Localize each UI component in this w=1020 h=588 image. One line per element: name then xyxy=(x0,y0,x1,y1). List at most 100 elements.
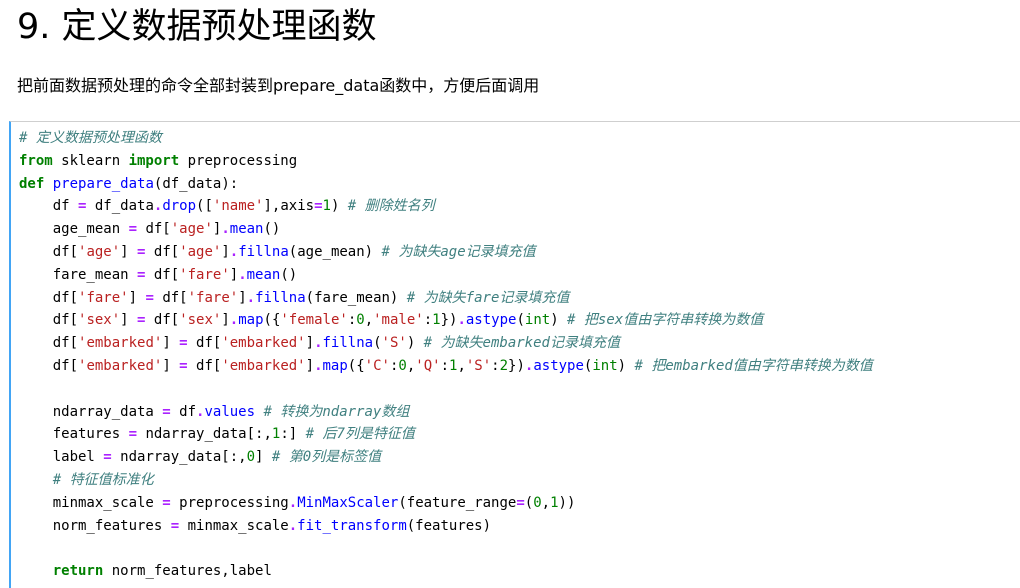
code-token: = xyxy=(516,494,525,511)
code-token: }) xyxy=(508,357,525,374)
code-token: . xyxy=(288,494,298,511)
code-token: , xyxy=(541,494,551,511)
code-token: 1 xyxy=(322,198,331,215)
code-line: # 特征值标准化 xyxy=(19,469,873,492)
code-token: df[ xyxy=(145,243,180,260)
code-token: ) xyxy=(617,357,635,374)
code-line: minmax_scale = preprocessing.MinMaxScale… xyxy=(19,492,873,515)
code-token: features xyxy=(19,426,129,443)
code-token: fillna xyxy=(322,335,374,352)
code-token: df[ xyxy=(153,289,188,306)
code-token: df[ xyxy=(145,312,180,329)
section-heading: 9. 定义数据预处理函数 xyxy=(17,7,377,47)
code-token: 'age' xyxy=(78,243,121,260)
code-editor[interactable]: # 定义数据预处理函数 from sklearn import preproces… xyxy=(19,127,873,583)
code-token: 'sex' xyxy=(179,312,222,329)
code-token: df[ xyxy=(145,266,180,283)
code-token: () xyxy=(280,266,298,283)
code-token: df[ xyxy=(19,357,79,374)
code-token: 'age' xyxy=(179,243,222,260)
code-token: = xyxy=(162,494,171,511)
code-token: fillna xyxy=(255,289,306,306)
code-token: int xyxy=(592,357,618,374)
code-token: fare_mean xyxy=(19,266,138,283)
code-token: . xyxy=(314,335,323,352)
code-token: ] xyxy=(162,357,180,374)
code-token: ] xyxy=(238,289,247,306)
code-line: df['embarked'] = df['embarked'].map({'C'… xyxy=(19,355,873,378)
code-token: ) xyxy=(550,312,568,329)
code-token: (features) xyxy=(406,517,492,534)
code-cell[interactable]: # 定义数据预处理函数 from sklearn import preproces… xyxy=(9,121,1020,588)
code-token: 'embarked' xyxy=(78,357,163,374)
code-token: . xyxy=(221,221,230,238)
code-token: # 为缺失age记录填充值 xyxy=(381,243,536,260)
code-token: label xyxy=(19,449,104,466)
code-token: astype xyxy=(465,312,517,329)
code-token: df[ xyxy=(19,335,79,352)
code-line: def prepare_data(df_data): xyxy=(19,173,873,196)
code-token: df[ xyxy=(137,221,171,238)
code-token: . xyxy=(246,289,256,306)
code-token: ) xyxy=(406,335,424,352)
code-token: astype xyxy=(533,357,584,374)
code-token: norm_features xyxy=(19,517,171,534)
code-token: = xyxy=(179,335,188,352)
code-line: age_mean = df['age'].mean() xyxy=(19,218,873,241)
code-token: = xyxy=(179,357,188,374)
code-token: (df_data): xyxy=(153,175,239,192)
code-token: 'embarked' xyxy=(221,357,306,374)
code-token: 'female' xyxy=(280,312,348,329)
code-token: 'embarked' xyxy=(78,335,163,352)
code-token: df[ xyxy=(19,243,79,260)
code-token: df[ xyxy=(187,357,222,374)
code-token: # 删除姓名列 xyxy=(347,198,435,215)
code-line: df['fare'] = df['fare'].fillna(fare_mean… xyxy=(19,287,873,310)
code-token: # 把sex值由字符串转换为数值 xyxy=(567,312,764,329)
code-token: 'sex' xyxy=(78,312,121,329)
code-line: features = ndarray_data[:,1:] # 后7列是特征值 xyxy=(19,423,873,446)
code-token: ( xyxy=(516,312,525,329)
code-token: ] xyxy=(120,312,138,329)
code-token: . xyxy=(314,357,323,374)
code-token: norm_features,label xyxy=(103,563,272,580)
code-token: ] xyxy=(162,335,180,352)
code-token: 'S' xyxy=(465,357,492,374)
code-token: , xyxy=(457,357,466,374)
code-token: MinMaxScaler xyxy=(297,494,399,511)
code-line: norm_features = minmax_scale.fit_transfo… xyxy=(19,515,873,538)
code-token: :] xyxy=(280,426,306,443)
code-token: map xyxy=(322,357,348,374)
code-token: = xyxy=(103,449,112,466)
code-token: . xyxy=(229,312,239,329)
code-token: df xyxy=(170,403,197,420)
code-line: return norm_features,label xyxy=(19,560,873,583)
code-token: values xyxy=(204,403,256,420)
code-token: : xyxy=(491,357,500,374)
code-token: # 转换为ndarray数组 xyxy=(263,403,410,420)
code-token: 'name' xyxy=(212,198,264,215)
code-token: def xyxy=(19,175,45,192)
code-token: 2 xyxy=(499,357,509,374)
code-token: 'age' xyxy=(170,221,213,238)
code-token: . xyxy=(288,517,298,534)
code-token: (feature_range xyxy=(398,494,517,511)
code-token: df xyxy=(19,198,79,215)
code-token: 0 xyxy=(246,449,256,466)
code-token: 'C' xyxy=(364,357,390,374)
code-line: df['age'] = df['age'].fillna(age_mean) #… xyxy=(19,241,873,264)
code-token: ndarray_data[:, xyxy=(111,449,247,466)
code-token: df[ xyxy=(19,289,79,306)
code-token: 'Q' xyxy=(415,357,441,374)
code-token: ] xyxy=(120,243,138,260)
code-token: map xyxy=(238,312,264,329)
code-token: # 定义数据预处理函数 xyxy=(19,130,162,146)
code-token: ndarray_data[:, xyxy=(137,426,272,443)
code-token: ] xyxy=(255,449,272,466)
code-token: 1 xyxy=(432,312,441,329)
code-token: 'S' xyxy=(381,335,407,352)
